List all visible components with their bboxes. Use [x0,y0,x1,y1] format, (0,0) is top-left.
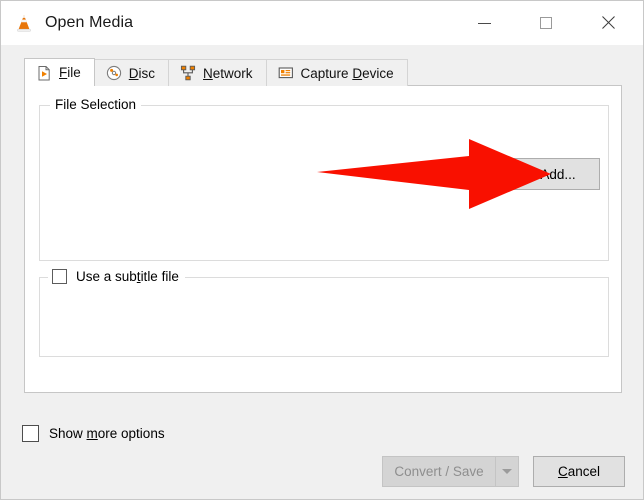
use-subtitle-post: itle file [141,269,179,284]
cancel-button-rest: ancel [568,464,600,479]
add-button[interactable]: Add... [495,158,600,190]
tab-capture-device-pre: Capture [301,66,353,81]
maximize-button[interactable] [523,1,569,45]
tab-file[interactable]: File [24,58,95,86]
network-icon [180,65,196,81]
cancel-button-label: Cancel [558,464,600,479]
chevron-down-icon [502,469,512,474]
plus-icon [519,168,532,181]
minimize-button[interactable] [461,1,507,45]
use-subtitle-checkbox[interactable] [52,269,67,284]
show-more-options-checkbox[interactable] [22,425,39,442]
tab-disc-label: Disc [129,66,155,81]
tab-file-accel: F [59,65,67,80]
convert-save-button[interactable]: Convert / Save [382,456,496,487]
tab-file-label: File [59,65,81,80]
capture-device-icon [278,65,294,81]
convert-save-label: Convert / Save [394,464,483,479]
tab-network-rest: etwork [213,66,253,81]
tab-file-rest: ile [67,65,81,80]
disc-icon [106,65,122,81]
tab-network-label: Network [203,66,253,81]
file-selection-group-title: File Selection [50,97,141,112]
tab-disc-rest: isc [139,66,156,81]
tab-network-accel: N [203,66,213,81]
show-more-accel: m [87,426,98,441]
window-title: Open Media [45,14,133,32]
file-play-icon [36,65,52,81]
show-more-pre: Show [49,426,87,441]
show-more-post: ore options [98,426,165,441]
tab-capture-device[interactable]: Capture Device [266,59,408,86]
title-bar: Open Media [1,1,644,45]
subtitle-group: Use a subtitle file [39,277,609,357]
tab-network[interactable]: Network [168,59,267,86]
maximize-icon [540,17,552,29]
minimize-icon [478,23,491,24]
tab-content-panel: File Selection Use a subtitle file [24,85,622,393]
subtitle-group-title: Use a subtitle file [48,269,185,284]
tab-capture-device-label: Capture Device [301,66,394,81]
use-subtitle-pre: Use a sub [76,269,137,284]
add-button-label: Add... [540,167,575,182]
show-more-options-row[interactable]: Show more options [22,425,165,442]
tab-disc[interactable]: Disc [94,59,169,86]
vlc-cone-icon [14,13,34,33]
tab-bar: File Disc Netw [24,58,622,86]
show-more-options-label: Show more options [49,426,165,441]
close-icon [601,16,615,30]
close-button[interactable] [585,1,631,45]
tab-capture-device-rest: evice [362,66,394,81]
open-media-dialog: Open Media File [0,0,644,500]
cancel-button[interactable]: Cancel [533,456,625,487]
tab-disc-accel: D [129,66,139,81]
tab-capture-device-accel: D [352,66,362,81]
convert-save-dropdown-button[interactable] [495,456,519,487]
use-subtitle-label: Use a subtitle file [76,269,179,284]
cancel-button-accel: C [558,464,568,479]
